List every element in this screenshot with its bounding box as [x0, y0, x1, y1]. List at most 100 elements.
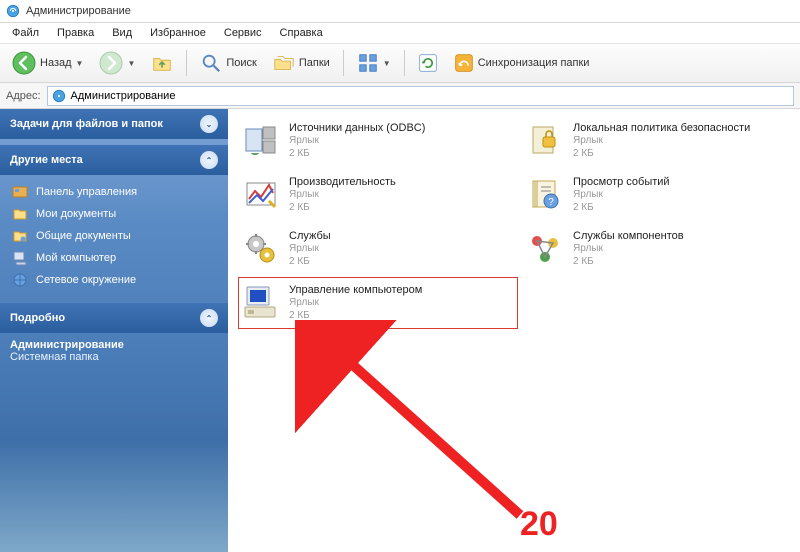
- file-name: Локальная политика безопасности: [573, 122, 750, 136]
- services-icon: [241, 229, 281, 269]
- file-item-component-services[interactable]: Службы компонентов Ярлык 2 КБ: [522, 223, 782, 275]
- file-item-odbc[interactable]: Источники данных (ODBC) Ярлык 2 КБ: [238, 115, 518, 167]
- sidebar-details-header[interactable]: Подробно ⌃: [0, 303, 228, 333]
- sidebar-item-network[interactable]: Сетевое окружение: [8, 269, 220, 291]
- sidebar-item-shared-documents[interactable]: Общие документы: [8, 225, 220, 247]
- sidebar-details-label: Подробно: [10, 312, 65, 324]
- file-name: Просмотр событий: [573, 176, 670, 190]
- file-grid: Источники данных (ODBC) Ярлык 2 КБ Локал…: [228, 109, 800, 552]
- views-icon: [357, 52, 379, 74]
- file-size: 2 КБ: [289, 202, 396, 215]
- collapse-up-icon[interactable]: ⌃: [200, 309, 218, 327]
- menu-edit[interactable]: Правка: [49, 25, 102, 41]
- forward-button[interactable]: ▼: [93, 48, 141, 78]
- back-label: Назад: [40, 57, 72, 69]
- file-type: Ярлык: [289, 189, 396, 202]
- folders-label: Папки: [299, 57, 330, 69]
- menu-tools[interactable]: Сервис: [216, 25, 270, 41]
- file-item-services[interactable]: Службы Ярлык 2 КБ: [238, 223, 518, 275]
- sidebar-item-control-panel[interactable]: Панель управления: [8, 181, 220, 203]
- menu-file[interactable]: Файл: [4, 25, 47, 41]
- svg-text:?: ?: [548, 197, 554, 208]
- control-panel-icon: [12, 184, 28, 200]
- event-viewer-icon: ?: [525, 175, 565, 215]
- content-area: Задачи для файлов и папок ⌄ Другие места…: [0, 109, 800, 552]
- menu-bar: Файл Правка Вид Избранное Сервис Справка: [0, 23, 800, 43]
- toolbar-separator: [404, 50, 405, 76]
- sidebar-item-label: Общие документы: [36, 230, 131, 242]
- sidebar-item-my-computer[interactable]: Мой компьютер: [8, 247, 220, 269]
- sync-label: Синхронизация папки: [478, 57, 590, 69]
- file-type: Ярлык: [573, 243, 684, 256]
- file-size: 2 КБ: [573, 256, 684, 269]
- sidebar-tasks-label: Задачи для файлов и папок: [10, 118, 163, 130]
- sync-refresh-button[interactable]: [412, 50, 444, 76]
- address-icon: [52, 89, 66, 103]
- file-name: Управление компьютером: [289, 284, 422, 298]
- address-value: Администрирование: [71, 90, 176, 102]
- up-button[interactable]: [145, 49, 179, 77]
- sidebar: Задачи для файлов и папок ⌄ Другие места…: [0, 109, 228, 552]
- search-button[interactable]: Поиск: [194, 49, 262, 77]
- folders-icon: [273, 52, 295, 74]
- sidebar-item-my-documents[interactable]: Мои документы: [8, 203, 220, 225]
- documents-icon: [12, 206, 28, 222]
- sidebar-places-label: Другие места: [10, 154, 83, 166]
- title-bar: Администрирование: [0, 0, 800, 23]
- search-icon: [200, 52, 222, 74]
- sidebar-places-list: Панель управления Мои документы Общие до…: [0, 175, 228, 303]
- sidebar-places-header[interactable]: Другие места ⌃: [0, 145, 228, 175]
- file-name: Службы компонентов: [573, 230, 684, 244]
- sidebar-tasks-header[interactable]: Задачи для файлов и папок ⌄: [0, 109, 228, 139]
- chevron-down-icon: ▼: [127, 59, 135, 68]
- search-label: Поиск: [226, 57, 256, 69]
- toolbar-separator: [343, 50, 344, 76]
- file-item-computer-management[interactable]: Управление компьютером Ярлык 2 КБ: [238, 277, 518, 329]
- file-type: Ярлык: [289, 243, 331, 256]
- sidebar-item-label: Панель управления: [36, 186, 137, 198]
- sidebar-item-label: Мои документы: [36, 208, 116, 220]
- file-size: 2 КБ: [289, 310, 422, 323]
- refresh-icon: [418, 53, 438, 73]
- folder-up-icon: [151, 52, 173, 74]
- shared-documents-icon: [12, 228, 28, 244]
- address-label: Адрес:: [6, 90, 41, 102]
- details-type: Системная папка: [10, 351, 218, 363]
- file-size: 2 КБ: [289, 256, 331, 269]
- toolbar-separator: [186, 50, 187, 76]
- file-name: Источники данных (ODBC): [289, 122, 425, 136]
- file-type: Ярлык: [573, 189, 670, 202]
- views-button[interactable]: ▼: [351, 49, 397, 77]
- window-title: Администрирование: [26, 5, 131, 17]
- toolbar: Назад ▼ ▼ Поиск Папки ▼ Синхронизация па…: [0, 43, 800, 83]
- chevron-down-icon: ▼: [76, 59, 84, 68]
- sidebar-item-label: Сетевое окружение: [36, 274, 136, 286]
- menu-help[interactable]: Справка: [272, 25, 331, 41]
- back-button[interactable]: Назад ▼: [6, 48, 89, 78]
- file-item-event-viewer[interactable]: ? Просмотр событий Ярлык 2 КБ: [522, 169, 782, 221]
- policy-icon: [525, 121, 565, 161]
- menu-view[interactable]: Вид: [104, 25, 140, 41]
- back-icon: [12, 51, 36, 75]
- file-name: Службы: [289, 230, 331, 244]
- file-item-local-policy[interactable]: Локальная политика безопасности Ярлык 2 …: [522, 115, 782, 167]
- chevron-down-icon: ▼: [383, 59, 391, 68]
- details-title: Администрирование: [10, 339, 218, 351]
- sync-button[interactable]: Синхронизация папки: [448, 50, 596, 76]
- address-field[interactable]: Администрирование: [47, 86, 794, 106]
- network-icon: [12, 272, 28, 288]
- sync-icon: [454, 53, 474, 73]
- window-icon: [6, 4, 20, 18]
- address-bar: Адрес: Администрирование: [0, 83, 800, 109]
- sidebar-item-label: Мой компьютер: [36, 252, 116, 264]
- computer-management-icon: [241, 283, 281, 323]
- menu-favorites[interactable]: Избранное: [142, 25, 214, 41]
- performance-icon: [241, 175, 281, 215]
- expand-down-icon[interactable]: ⌄: [200, 115, 218, 133]
- file-size: 2 КБ: [289, 148, 425, 161]
- file-item-performance[interactable]: Производительность Ярлык 2 КБ: [238, 169, 518, 221]
- file-size: 2 КБ: [573, 202, 670, 215]
- folders-button[interactable]: Папки: [267, 49, 336, 77]
- computer-icon: [12, 250, 28, 266]
- collapse-up-icon[interactable]: ⌃: [200, 151, 218, 169]
